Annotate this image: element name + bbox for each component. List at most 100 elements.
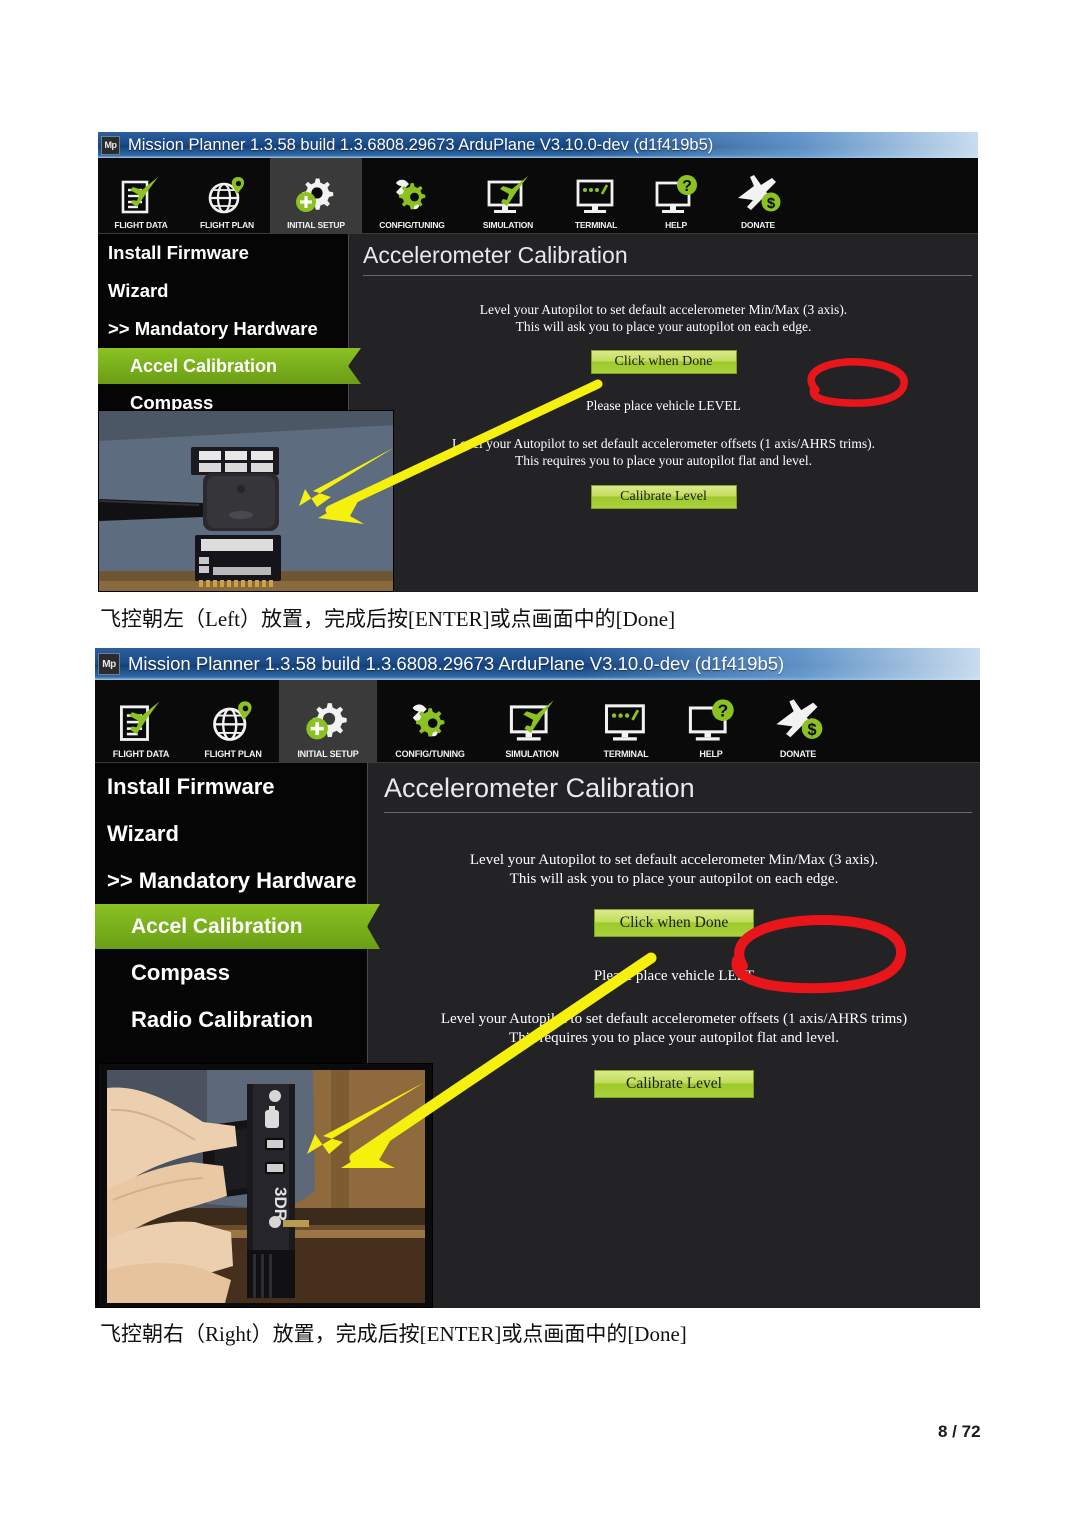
- toolbar-label: SIMULATION: [482, 220, 534, 230]
- page-number: 8 / 72: [938, 1422, 981, 1441]
- document-page: Mp Mission Planner 1.3.58 build 1.3.6808…: [0, 0, 1080, 1528]
- svg-text:$: $: [808, 721, 817, 739]
- toolbar-item-flight-plan[interactable]: FLIGHT PLAN: [184, 158, 270, 233]
- minmax-instruction-line1: Level your Autopilot to set default acce…: [469, 852, 879, 868]
- calibration-panel: Accelerometer Calibration Level your Aut…: [348, 234, 978, 591]
- toolbar-item-initial-setup[interactable]: INITIAL SETUP: [270, 158, 362, 233]
- sidebar-item-mandatory-hardware[interactable]: >> Mandatory Hardware: [98, 310, 348, 348]
- window-titlebar: Mp Mission Planner 1.3.58 build 1.3.6808…: [98, 132, 978, 158]
- sidebar-item-label: >> Mandatory Hardware: [107, 867, 357, 893]
- sidebar-item-label: Install Firmware: [107, 773, 275, 799]
- panel-title: Accelerometer Calibration: [384, 773, 695, 803]
- sidebar-item-label: Wizard: [107, 820, 179, 846]
- sidebar-item-label: >> Mandatory Hardware: [108, 318, 318, 339]
- sidebar-item-label: Radio Calibration: [131, 1006, 314, 1032]
- toolbar-label: FLIGHT DATA: [112, 749, 170, 759]
- click-when-done-button[interactable]: Click when Done: [590, 349, 737, 374]
- toolbar-label: DONATE: [740, 220, 776, 230]
- sidebar-item-compass[interactable]: Compass: [95, 949, 367, 996]
- toolbar-label: DONATE: [779, 749, 817, 759]
- toolbar-label: FLIGHT PLAN: [204, 749, 262, 759]
- sidebar-item-wizard[interactable]: Wizard: [95, 810, 367, 857]
- initial-setup-icon: [302, 694, 354, 748]
- toolbar-label: TERMINAL: [574, 220, 618, 230]
- toolbar-item-config-tuning[interactable]: CONFIG/TUNING: [377, 680, 483, 762]
- sidebar-item-radio-calibration[interactable]: Radio Calibration: [95, 996, 367, 1043]
- flight-data-icon: [116, 694, 166, 748]
- caption-right: 飞控朝右（Right）放置，完成后按[ENTER]或点画面中的[Done]: [100, 1322, 687, 1346]
- simulation-icon: [484, 171, 532, 219]
- toolbar-item-help[interactable]: ? HELP: [638, 158, 714, 233]
- donate-icon: $: [734, 171, 782, 219]
- toolbar-label: INITIAL SETUP: [287, 220, 345, 230]
- terminal-icon: [572, 171, 620, 219]
- calibration-status-text: Please place vehicle LEVEL: [586, 397, 741, 413]
- simulation-icon: [506, 694, 558, 748]
- sidebar-item-accel-calibration[interactable]: Accel Calibration: [95, 904, 367, 949]
- terminal-icon: [600, 694, 652, 748]
- offsets-instruction-line2: This requires you to place your autopilo…: [515, 452, 812, 468]
- svg-text:?: ?: [682, 178, 692, 195]
- window-titlebar: Mp Mission Planner 1.3.58 build 1.3.6808…: [95, 648, 980, 680]
- offsets-instruction-line1: Level your Autopilot to set default acce…: [440, 1011, 908, 1028]
- toolbar-label: FLIGHT DATA: [114, 220, 168, 230]
- svg-text:3DR: 3DR: [271, 1187, 290, 1221]
- toolbar-label: CONFIG/TUNING: [379, 220, 445, 230]
- toolbar-label: HELP: [699, 749, 723, 759]
- minmax-instruction-line1: Level your Autopilot to set default acce…: [479, 302, 848, 317]
- panel-title: Accelerometer Calibration: [363, 242, 628, 268]
- caption-left: 飞控朝左（Left）放置，完成后按[ENTER]或点画面中的[Done]: [100, 607, 676, 631]
- sidebar-item-install-firmware[interactable]: Install Firmware: [95, 763, 367, 810]
- toolbar-item-help[interactable]: ? HELP: [671, 680, 751, 762]
- panel-divider: [363, 275, 972, 276]
- toolbar-item-flight-plan[interactable]: FLIGHT PLAN: [187, 680, 279, 762]
- sidebar-item-label: Accel Calibration: [130, 355, 278, 376]
- toolbar-label: SIMULATION: [505, 749, 559, 759]
- screenshot-accel-calibration-left: Mp Mission Planner 1.3.58 build 1.3.6808…: [95, 648, 980, 1308]
- sidebar-item-install-firmware[interactable]: Install Firmware: [98, 234, 348, 272]
- config-tuning-icon: [388, 171, 436, 219]
- window-title: Mission Planner 1.3.58 build 1.3.6808.29…: [128, 653, 785, 674]
- hardware-photo-left: 3DR: [98, 1063, 433, 1308]
- toolbar-item-terminal[interactable]: TERMINAL: [554, 158, 638, 233]
- hardware-photo-level: [98, 410, 394, 592]
- flight-plan-icon: [204, 171, 250, 219]
- toolbar-label: TERMINAL: [603, 749, 649, 759]
- toolbar-label: HELP: [665, 220, 687, 230]
- help-icon: ?: [652, 171, 700, 219]
- toolbar-item-flight-data[interactable]: FLIGHT DATA: [95, 680, 187, 762]
- sidebar-item-label: Compass: [131, 959, 231, 985]
- toolbar-item-simulation[interactable]: SIMULATION: [483, 680, 581, 762]
- toolbar-item-initial-setup[interactable]: INITIAL SETUP: [279, 680, 377, 762]
- calibrate-level-button[interactable]: Calibrate Level: [590, 485, 737, 510]
- toolbar-item-simulation[interactable]: SIMULATION: [462, 158, 554, 233]
- config-tuning-icon: [404, 694, 456, 748]
- panel-divider: [384, 812, 972, 813]
- toolbar-item-terminal[interactable]: TERMINAL: [581, 680, 671, 762]
- calibrate-level-button[interactable]: Calibrate Level: [594, 1069, 754, 1098]
- toolbar-item-flight-data[interactable]: FLIGHT DATA: [98, 158, 184, 233]
- screenshot-accel-calibration-level: Mp Mission Planner 1.3.58 build 1.3.6808…: [98, 132, 978, 592]
- svg-text:?: ?: [718, 701, 729, 721]
- svg-text:$: $: [767, 195, 776, 212]
- toolbar-item-donate[interactable]: $ DONATE: [751, 680, 845, 762]
- minmax-instruction-line2: This will ask you to place your autopilo…: [515, 318, 812, 334]
- sidebar-item-label: Install Firmware: [108, 242, 249, 263]
- toolbar-item-donate[interactable]: $ DONATE: [714, 158, 802, 233]
- click-when-done-button[interactable]: Click when Done: [594, 908, 754, 937]
- app-icon: Mp: [98, 653, 120, 675]
- sidebar-item-wizard[interactable]: Wizard: [98, 272, 348, 310]
- toolbar-label: INITIAL SETUP: [297, 749, 359, 759]
- sidebar-item-label: Accel Calibration: [131, 914, 303, 938]
- sidebar-item-mandatory-hardware[interactable]: >> Mandatory Hardware: [95, 857, 367, 904]
- initial-setup-icon: [292, 171, 340, 219]
- main-toolbar: FLIGHT DATA FLIGHT PLAN INITIAL SETUP CO…: [98, 158, 978, 234]
- minmax-instruction-line2: This will ask you to place your autopilo…: [509, 870, 839, 887]
- toolbar-label: CONFIG/TUNING: [395, 749, 465, 759]
- toolbar-item-config-tuning[interactable]: CONFIG/TUNING: [362, 158, 462, 233]
- app-icon: Mp: [101, 135, 120, 155]
- flight-plan-icon: [208, 694, 258, 748]
- sidebar-item-accel-calibration[interactable]: Accel Calibration: [98, 348, 348, 384]
- offsets-instruction-line2: This requires you to place your autopilo…: [509, 1030, 839, 1046]
- sidebar-item-label: Wizard: [108, 280, 169, 301]
